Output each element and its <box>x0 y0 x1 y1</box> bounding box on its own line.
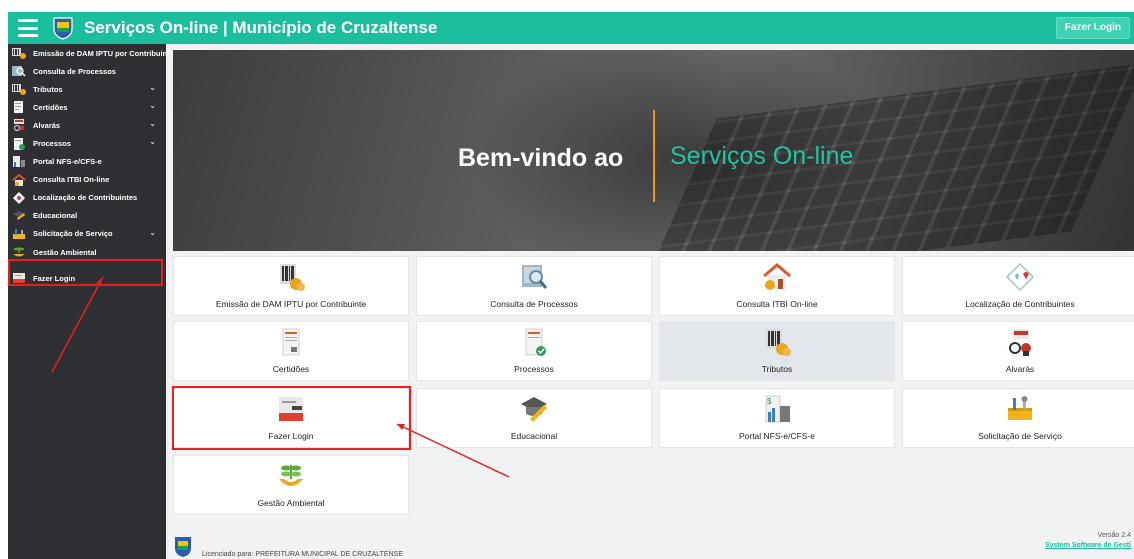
chevron-down-icon[interactable]: ⌄ <box>149 83 156 92</box>
magnifier-doc-icon <box>522 265 548 289</box>
tile-label: Tributos <box>761 364 793 374</box>
sidebar-item-label: Tributos <box>33 84 63 94</box>
svg-text:$: $ <box>767 397 772 406</box>
sidebar-item-label: Localização de Contribuintes <box>33 193 138 203</box>
sidebar-item-label: Alvarás <box>33 120 61 130</box>
sidebar-item-emissao-dam[interactable]: Emissão de DAM IPTU por Contribuinte <box>8 44 174 62</box>
document-icon <box>14 101 23 114</box>
tile-label: Consulta de Processos <box>490 299 578 309</box>
tile-localizacao[interactable]: Localização de Contribuintes <box>902 256 1134 316</box>
app-window: Serviços On-line | Município de Cruzalte… <box>0 0 1134 559</box>
tile-fazer-login[interactable]: Fazer Login <box>173 388 409 448</box>
sidebar-item-label: Emissão de DAM IPTU por Contribuinte <box>33 48 174 58</box>
invoice-icon <box>13 155 25 167</box>
tile-consulta-itbi[interactable]: Consulta ITBI On-line <box>659 256 895 316</box>
hero-welcome-text: Bem-vindo ao <box>458 144 624 172</box>
graduation-icon <box>13 210 25 220</box>
tile-tributos[interactable]: Tributos <box>659 321 895 381</box>
tile-gestao-ambiental[interactable]: Gestão Ambiental <box>173 455 409 515</box>
app-title: Serviços On-line | Município de Cruzalte… <box>84 18 438 37</box>
sidebar-item-educacional[interactable]: Educacional <box>8 207 166 225</box>
chevron-down-icon[interactable]: ⌄ <box>149 101 156 110</box>
sidebar-item-label: Gestão Ambiental <box>33 247 97 257</box>
barcode-coins-icon <box>12 48 26 60</box>
license-icon <box>1009 329 1031 356</box>
house-icon <box>763 263 791 290</box>
tile-label: Portal NFS-e/CFS-e <box>738 431 816 441</box>
document-icon <box>282 328 300 356</box>
footer-license-text: Licenciado para: PREFEITURA MUNICIPAL DE… <box>202 551 403 558</box>
tile-label: Solicitação de Serviço <box>978 431 1062 441</box>
map-pin-icon <box>1005 262 1035 292</box>
house-icon <box>12 173 26 186</box>
sidebar-item-solicitacao[interactable]: Solicitação de Serviço ⌄ <box>8 225 166 243</box>
top-bar: Serviços On-line | Município de Cruzalte… <box>8 12 1134 44</box>
hero-divider <box>653 110 655 202</box>
sidebar-item-tributos[interactable]: Tributos ⌄ <box>8 80 166 98</box>
chevron-down-icon[interactable]: ⌄ <box>149 137 156 146</box>
tile-label: Gestão Ambiental <box>257 498 325 508</box>
chevron-down-icon[interactable]: ⌄ <box>149 228 156 237</box>
sidebar-item-consulta-itbi[interactable]: Consulta ITBI On-line <box>8 171 166 189</box>
municipal-crest-icon <box>53 17 73 40</box>
sidebar-item-label: Certidões <box>33 102 68 112</box>
barcode-coins-icon <box>766 329 791 356</box>
tile-label: Consulta ITBI On-line <box>736 299 818 309</box>
sidebar: Emissão de DAM IPTU por Contribuinte Con… <box>8 44 174 559</box>
plant-hands-icon <box>279 465 303 486</box>
footer: Licenciado para: PREFEITURA MUNICIPAL DE… <box>166 528 1134 559</box>
sidebar-item-portal-nfse[interactable]: Portal NFS-e/CFS-e <box>8 153 166 171</box>
magnifier-doc-icon <box>12 66 26 77</box>
sidebar-item-certidoes[interactable]: Certidões ⌄ <box>8 98 166 116</box>
sidebar-item-label: Consulta ITBI On-line <box>33 175 110 185</box>
tile-label: Fazer Login <box>268 431 314 441</box>
sidebar-item-alvaras[interactable]: Alvarás ⌄ <box>8 116 166 134</box>
footer-license-prefix: Licenciado para: <box>202 551 254 558</box>
sidebar-item-label: Portal NFS-e/CFS-e <box>33 157 102 167</box>
tile-label: Alvarás <box>1005 364 1035 374</box>
sidebar-item-consulta-processos[interactable]: Consulta de Processos <box>8 62 166 80</box>
footer-license-owner: PREFEITURA MUNICIPAL DE CRUZALTENSE <box>255 551 403 558</box>
tile-educacional[interactable]: Educacional <box>416 388 652 448</box>
tile-label: Processos <box>514 364 554 374</box>
document-check-icon <box>525 328 546 356</box>
barcode-coins-icon <box>12 84 26 96</box>
hero-product-text: Serviços On-line <box>670 142 854 170</box>
barcode-coins-icon <box>280 264 305 291</box>
tile-emissao-dam[interactable]: Emissão de DAM IPTU por Contribuinte <box>173 256 409 316</box>
invoice-icon: $ <box>765 395 790 423</box>
plant-hands-icon <box>13 247 25 257</box>
tools-icon <box>13 228 25 239</box>
document-check-icon <box>14 137 25 150</box>
tile-processos[interactable]: Processos <box>416 321 652 381</box>
chevron-down-icon[interactable]: ⌄ <box>149 119 156 128</box>
municipal-crest-icon <box>175 537 191 557</box>
footer-version: Versão 2.4 <box>1097 532 1131 539</box>
footer-vendor-link[interactable]: System Software de Gesti <box>1045 542 1131 549</box>
sidebar-item-processos[interactable]: Processos ⌄ <box>8 134 166 152</box>
tools-icon <box>1008 396 1032 420</box>
tile-solicitacao[interactable]: Solicitação de Serviço <box>902 388 1134 448</box>
map-pin-icon <box>13 191 25 204</box>
hero-banner: Bem-vindo ao Serviços On-line <box>173 50 1134 251</box>
login-icon <box>279 397 303 421</box>
hamburger-menu-icon[interactable] <box>18 19 38 37</box>
annotation-highlight-box <box>8 259 163 286</box>
sidebar-item-label: Consulta de Processos <box>33 66 116 76</box>
tile-label: Certidões <box>272 364 310 374</box>
sidebar-item-label: Solicitação de Serviço <box>33 229 113 239</box>
tile-label: Educacional <box>510 431 558 441</box>
sidebar-item-label: Educacional <box>33 211 78 221</box>
tile-label: Emissão de DAM IPTU por Contribuinte <box>215 299 367 309</box>
tile-label: Localização de Contribuintes <box>965 299 1075 309</box>
tile-alvaras[interactable]: Alvarás <box>902 321 1134 381</box>
tile-certidoes[interactable]: Certidões <box>173 321 409 381</box>
graduation-icon <box>521 397 547 422</box>
tile-portal-nfse[interactable]: $ Portal NFS-e/CFS-e <box>659 388 895 448</box>
tile-consulta-processos[interactable]: Consulta de Processos <box>416 256 652 316</box>
license-icon <box>13 119 25 132</box>
sidebar-item-label: Processos <box>33 139 71 149</box>
login-button[interactable]: Fazer Login <box>1055 17 1130 39</box>
sidebar-item-localizacao[interactable]: Localização de Contribuintes <box>8 189 166 207</box>
